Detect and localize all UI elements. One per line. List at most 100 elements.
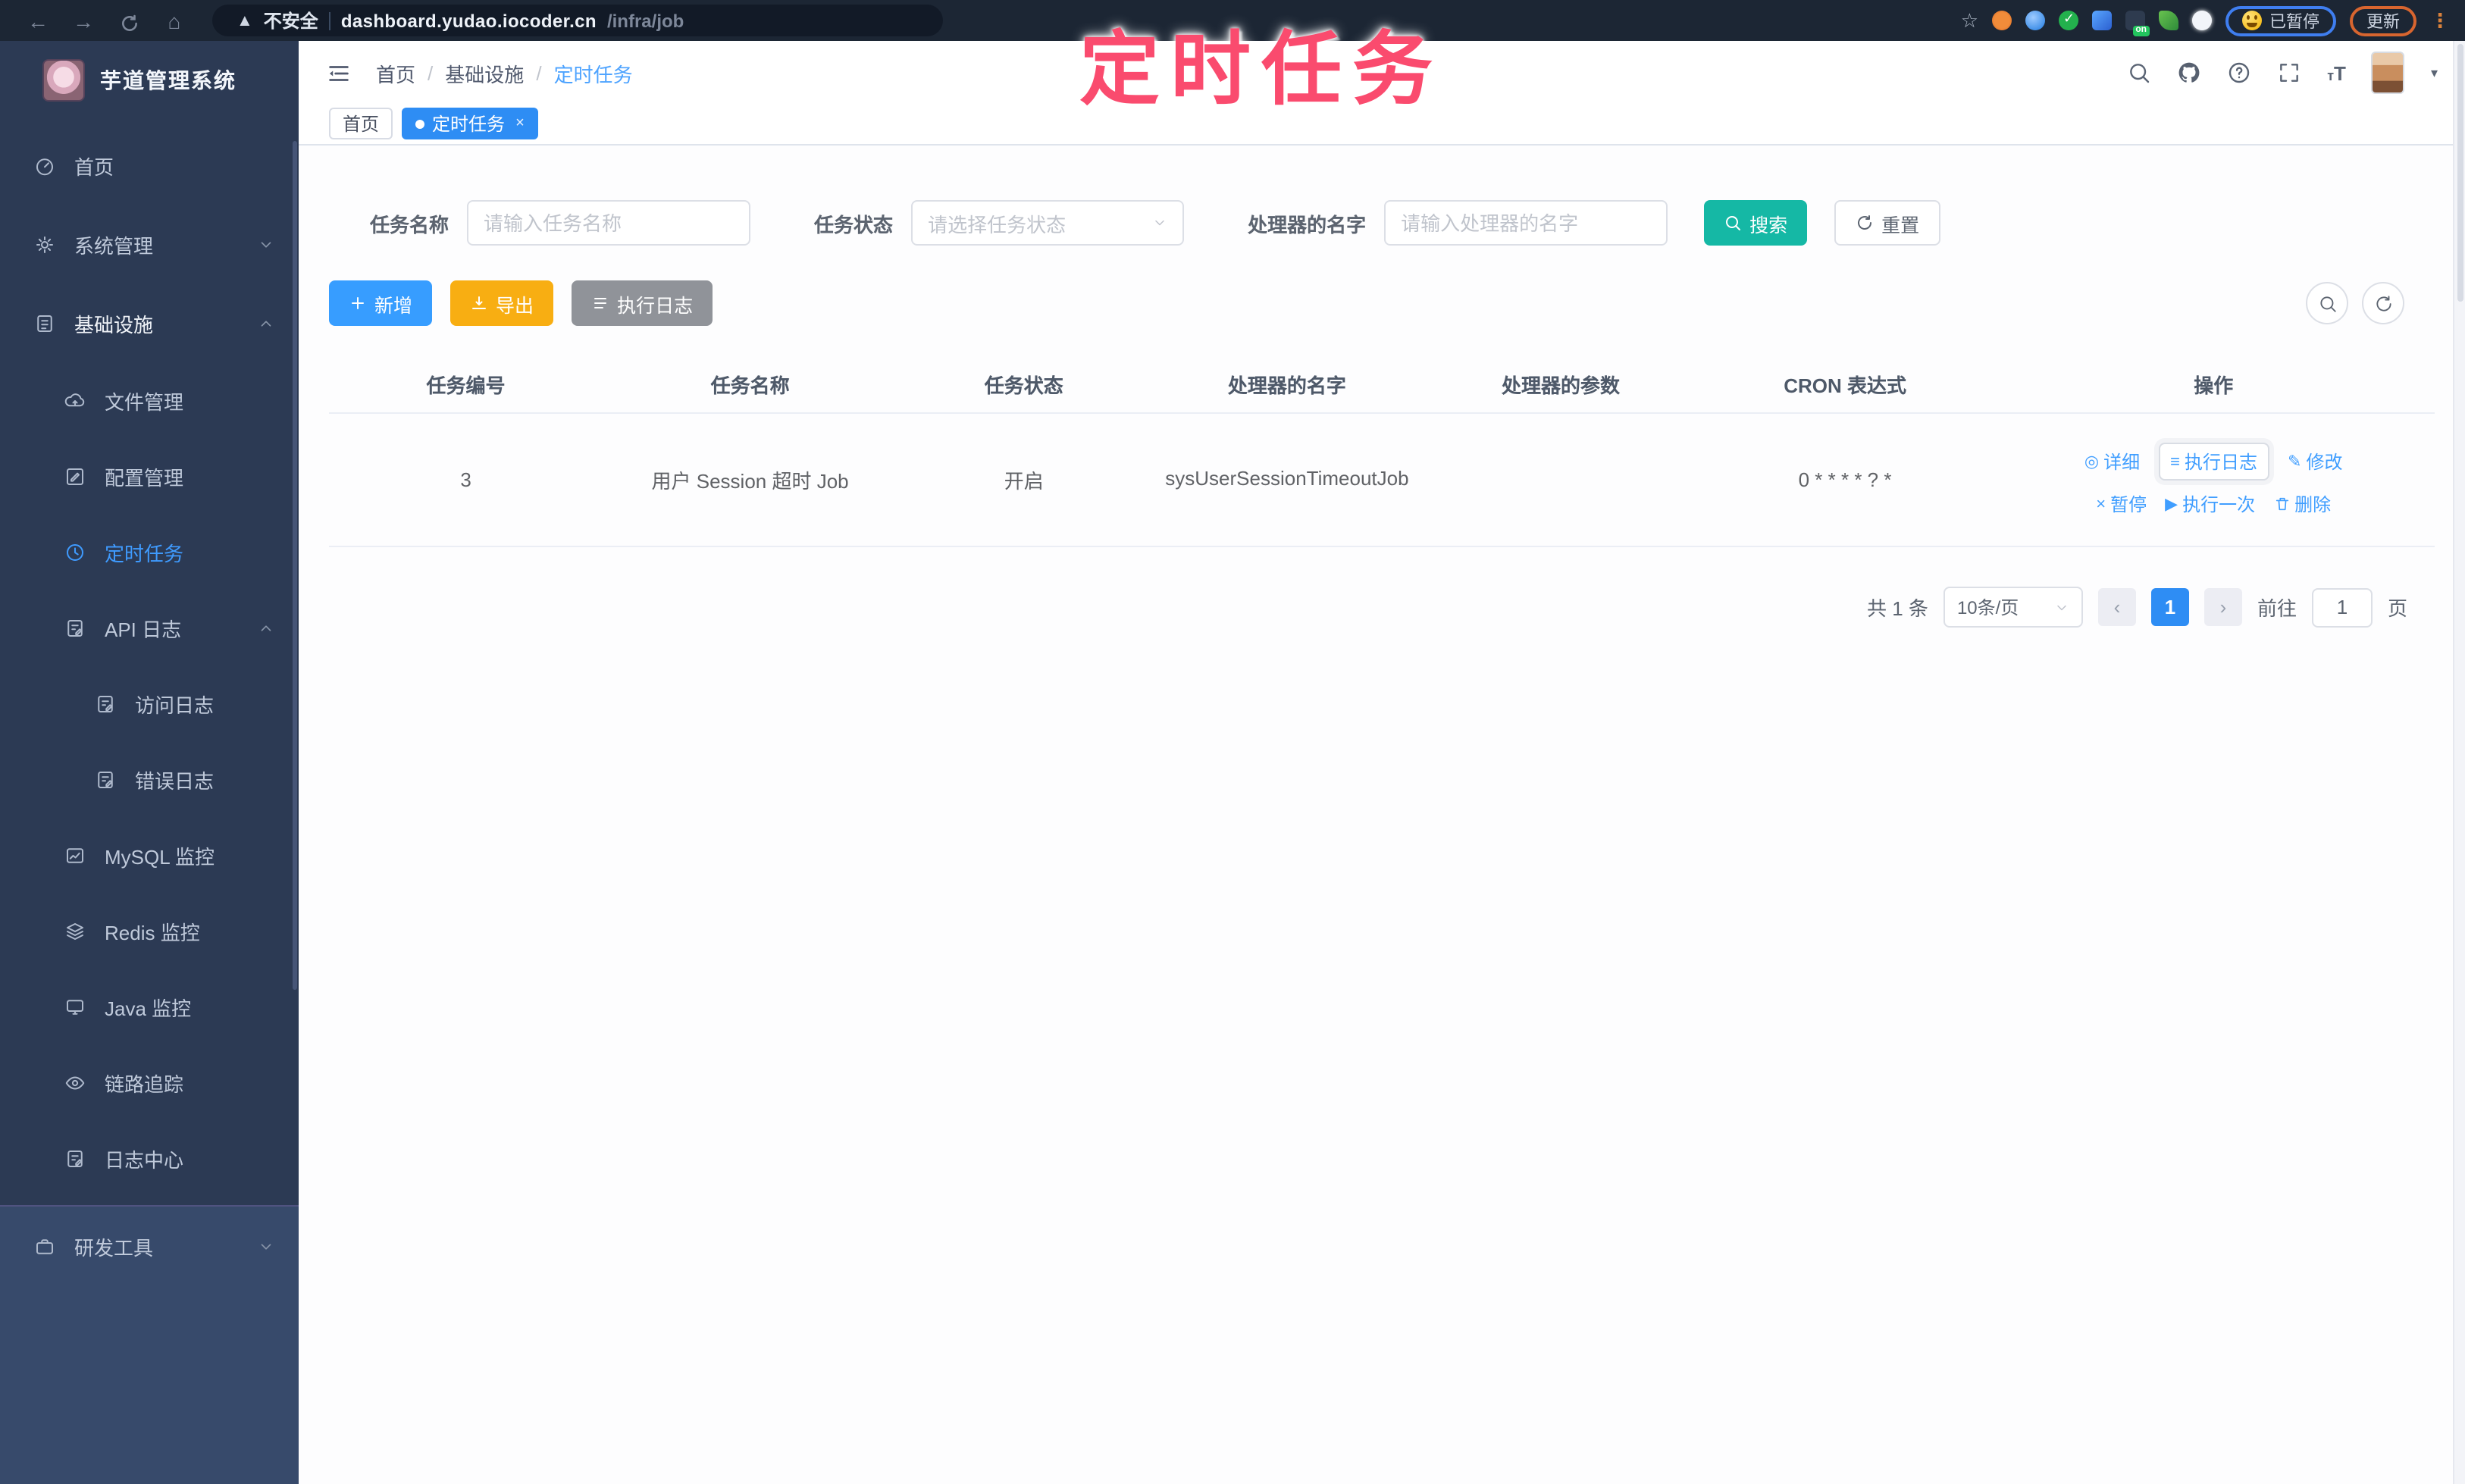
update-button[interactable]: 更新 [2350, 5, 2416, 36]
task-name-label: 任务名称 [370, 213, 449, 236]
trash-icon [2275, 497, 2288, 511]
content-area: 任务名称 任务状态 请选择任务状态 处理器的名字 搜索 [299, 146, 2465, 1484]
col-job-status: 任务状态 [984, 374, 1063, 397]
total-count: 共 1 条 [1867, 597, 1928, 620]
tab-close-icon[interactable]: × [515, 115, 525, 132]
clipboard-icon [37, 315, 52, 331]
sidebar-item-file-manage[interactable]: 文件管理 [0, 362, 299, 438]
export-button[interactable]: 导出 [450, 280, 554, 326]
avatar-caret-icon[interactable]: ▾ [2431, 64, 2438, 81]
list-icon: ≡ [2170, 452, 2180, 471]
goto-page-input[interactable] [2311, 587, 2373, 627]
sidebar-item-access-log[interactable]: 访问日志 [0, 665, 299, 741]
breadcrumb-home[interactable]: 首页 [376, 58, 415, 87]
help-icon[interactable] [2227, 61, 2251, 85]
briefcase-icon [36, 1238, 53, 1254]
handler-name: sysUserSessionTimeoutJob [1165, 467, 1409, 490]
page-size-select[interactable]: 10条/页 [1943, 587, 2083, 628]
tab-home[interactable]: 首页 [329, 108, 393, 139]
browser-chrome: ← → ⌂ ▲ 不安全 dashboard.yudao.iocoder.cn /… [0, 0, 2465, 41]
sidebar-item-infra[interactable]: 基础设施 [0, 283, 299, 362]
extension-blue-gem-icon[interactable] [2092, 11, 2112, 30]
back-icon[interactable]: ← [15, 8, 61, 33]
reload-icon[interactable] [106, 8, 152, 33]
task-status-select[interactable]: 请选择任务状态 [911, 200, 1185, 246]
chevron-up-icon [261, 320, 271, 326]
extension-leaf-icon[interactable] [2159, 11, 2178, 30]
task-name-input[interactable] [467, 200, 751, 246]
sidebar-item-log-center[interactable]: 日志中心 [0, 1120, 299, 1196]
extension-green-check-icon[interactable] [2059, 11, 2078, 30]
tab-scheduled-job[interactable]: 定时任务 × [402, 108, 538, 139]
home-icon[interactable]: ⌂ [152, 8, 197, 33]
job-id: 3 [460, 468, 471, 491]
sidebar-item-dev-tools[interactable]: 研发工具 [0, 1207, 299, 1285]
task-status-label: 任务状态 [814, 213, 894, 236]
forward-icon[interactable]: → [61, 8, 106, 33]
doc-edit-icon [67, 1150, 83, 1166]
cron-expression: 0 * * * * ? * [1798, 468, 1892, 491]
breadcrumb-current: 定时任务 [553, 63, 633, 86]
address-bar[interactable]: ▲ 不安全 dashboard.yudao.iocoder.cn /infra/… [212, 5, 943, 36]
reset-button[interactable]: 重置 [1834, 200, 1941, 246]
refresh-icon [2376, 295, 2391, 311]
next-page-button[interactable]: › [2203, 588, 2242, 626]
github-icon[interactable] [2177, 61, 2201, 85]
browser-menu-icon[interactable]: ⋮ [2430, 8, 2450, 33]
sidebar-item-scheduled-job[interactable]: 定时任务 [0, 514, 299, 590]
sidebar-item-error-log[interactable]: 错误日志 [0, 741, 299, 817]
edit-link[interactable]: ✎ 修改 [2288, 449, 2342, 474]
sidebar-item-java-monitor[interactable]: Java 监控 [0, 969, 299, 1044]
row-actions: ◎ 详细 ≡ 执行日志 ✎ 修改 × 暂停 ▶ 执行一次 删除 [1993, 443, 2435, 517]
plus-icon [352, 297, 364, 309]
page-1-button[interactable]: 1 [2150, 588, 2189, 626]
sidebar-item-trace[interactable]: 链路追踪 [0, 1044, 299, 1120]
bookmark-star-icon[interactable]: ☆ [1961, 8, 1978, 33]
doc-edit-icon [67, 619, 83, 636]
toggle-search-button[interactable] [2306, 282, 2348, 324]
job-status: 开启 [1004, 470, 1044, 493]
delete-link[interactable]: 删除 [2273, 491, 2331, 517]
sidebar-item-system[interactable]: 系统管理 [0, 205, 299, 283]
collapse-menu-icon[interactable] [326, 60, 352, 86]
extension-blue-drop-icon[interactable] [2025, 11, 2045, 30]
detail-link[interactable]: ◎ 详细 [2084, 449, 2140, 474]
prev-page-button[interactable]: ‹ [2097, 588, 2136, 626]
row-exec-log-link[interactable]: ≡ 执行日志 [2158, 443, 2270, 481]
list-icon [594, 298, 607, 308]
sidebar-item-home[interactable]: 首页 [0, 126, 299, 205]
doc-edit-icon [98, 695, 113, 712]
sidebar-item-config-manage[interactable]: 配置管理 [0, 438, 299, 514]
paused-extension-pill[interactable]: 已暂停 [2225, 5, 2336, 36]
page-scrollbar[interactable] [2453, 41, 2465, 1484]
not-secure-label: 不安全 [263, 11, 318, 32]
search-button[interactable]: 搜索 [1704, 200, 1808, 246]
add-button[interactable]: 新增 [329, 280, 433, 326]
handler-name-input[interactable] [1384, 200, 1668, 246]
search-icon[interactable] [2127, 61, 2151, 85]
scrollbar-thumb[interactable] [2457, 44, 2463, 302]
app-logo-row[interactable]: 芋道管理系统 [0, 41, 299, 120]
exec-log-button[interactable]: 执行日志 [572, 280, 713, 326]
fullscreen-icon[interactable] [2277, 61, 2301, 85]
app-logo [42, 59, 85, 102]
sidebar-menu: 首页 系统管理 基础设施 文件管理 配置管理 定时任务 API 日志 访问日志 … [0, 120, 299, 1196]
breadcrumb-infra[interactable]: 基础设施 [445, 58, 524, 87]
pause-link[interactable]: × 暂停 [2096, 491, 2147, 517]
select-caret-icon [2057, 604, 2066, 610]
extension-dark-icon[interactable]: on [2125, 11, 2150, 36]
font-size-icon[interactable]: тT [2327, 61, 2346, 84]
user-avatar[interactable] [2371, 52, 2405, 94]
sidebar-scrollbar[interactable] [293, 141, 297, 990]
refresh-table-button[interactable] [2362, 282, 2404, 324]
play-icon: ▶ [2165, 496, 2178, 514]
sidebar-item-api-log[interactable]: API 日志 [0, 590, 299, 665]
chevron-down-icon [261, 1243, 271, 1249]
url-divider [328, 11, 330, 30]
chevron-up-icon [261, 625, 271, 631]
extension-flower-icon[interactable] [2192, 11, 2212, 30]
run-once-link[interactable]: ▶ 执行一次 [2165, 491, 2255, 517]
sidebar-item-redis-monitor[interactable]: Redis 监控 [0, 893, 299, 969]
sidebar-item-mysql-monitor[interactable]: MySQL 监控 [0, 817, 299, 893]
extension-orange-icon[interactable] [1992, 11, 2012, 30]
